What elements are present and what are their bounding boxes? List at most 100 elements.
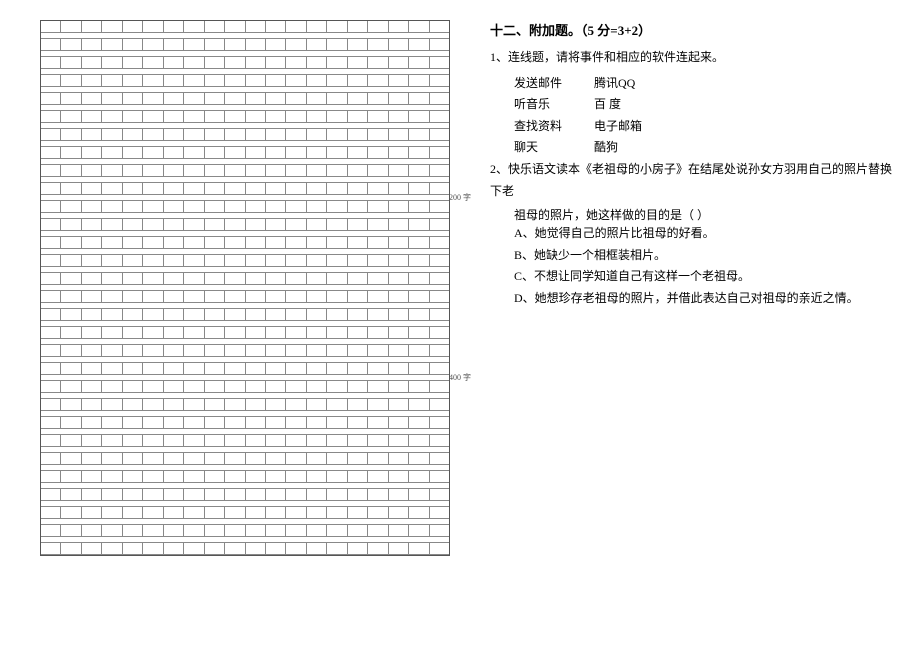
essay-cell [123,291,143,302]
essay-cell [430,129,449,140]
essay-cell [82,165,102,176]
essay-cell [307,309,327,320]
grid-spacer [41,105,449,111]
essay-cell [184,345,204,356]
essay-cell [41,201,61,212]
essay-cell [430,147,449,158]
essay-cell [348,471,368,482]
essay-cell [266,381,286,392]
essay-cell [225,39,245,50]
essay-cell [368,417,388,428]
essay-cell [225,129,245,140]
essay-cell [286,21,306,32]
essay-cell [368,345,388,356]
grid-spacer [41,321,449,327]
essay-cell [225,165,245,176]
essay-cell [102,39,122,50]
essay-cell [266,435,286,446]
essay-cell [286,381,306,392]
essay-cell [143,525,163,536]
essay-cell [82,183,102,194]
essay-cell [102,291,122,302]
essay-cell [61,21,81,32]
essay-cell [41,57,61,68]
essay-cell [102,543,122,554]
essay-cell [164,75,184,86]
grid-spacer [41,303,449,309]
essay-cell [348,219,368,230]
essay-cell [266,129,286,140]
essay-cell [368,165,388,176]
essay-cell [82,57,102,68]
essay-cell [430,237,449,248]
essay-cell [389,381,409,392]
essay-cell [246,39,266,50]
essay-cell [246,453,266,464]
essay-cell [307,93,327,104]
essay-cell [82,273,102,284]
essay-cell [205,75,225,86]
essay-cell [123,543,143,554]
essay-cell [368,309,388,320]
essay-cell [327,381,347,392]
essay-cell [61,399,81,410]
essay-cell [184,21,204,32]
essay-cell [184,363,204,374]
essay-cell [327,309,347,320]
essay-row [41,57,449,69]
essay-cell [389,219,409,230]
essay-cell [61,453,81,464]
essay-cell [430,543,449,554]
essay-cell [123,273,143,284]
essay-cell [41,219,61,230]
essay-cell [327,93,347,104]
essay-cell [409,237,429,248]
essay-cell [225,93,245,104]
essay-row [41,273,449,285]
essay-cell [61,93,81,104]
essay-cell [430,273,449,284]
essay-cell [286,165,306,176]
essay-cell [82,237,102,248]
essay-cell [184,111,204,122]
grid-spacer [41,267,449,273]
essay-cell [225,381,245,392]
essay-cell [225,183,245,194]
option-label: A、 [514,226,535,240]
essay-cell [430,75,449,86]
essay-cell [327,363,347,374]
essay-cell [184,309,204,320]
essay-cell [41,345,61,356]
essay-cell [307,111,327,122]
essay-cell [409,201,429,212]
essay-cell [41,21,61,32]
essay-cell [327,273,347,284]
essay-cell [102,93,122,104]
essay-cell [327,417,347,428]
essay-cell [368,489,388,500]
essay-cell [430,327,449,338]
essay-cell [123,309,143,320]
essay-cell [430,489,449,500]
essay-cell [102,453,122,464]
essay-cell [143,453,163,464]
essay-cell [82,21,102,32]
essay-cell [41,183,61,194]
essay-cell [102,327,122,338]
essay-cell [61,309,81,320]
essay-cell [286,111,306,122]
match-right-item: 百 度 [594,94,900,116]
option-text: 她缺少一个相框装相片。 [534,248,666,262]
essay-cell [266,525,286,536]
questions-column: 十二、附加题。（5 分=3+2） 1、连线题，请将事件和相应的软件连起来。 发送… [480,20,900,630]
essay-cell [61,345,81,356]
essay-cell [409,93,429,104]
essay-cell [430,111,449,122]
essay-cell [286,183,306,194]
essay-cell [286,147,306,158]
grid-spacer: 200 字 [41,195,449,201]
essay-cell [246,489,266,500]
essay-cell [225,57,245,68]
essay-cell [307,129,327,140]
essay-cell [143,57,163,68]
